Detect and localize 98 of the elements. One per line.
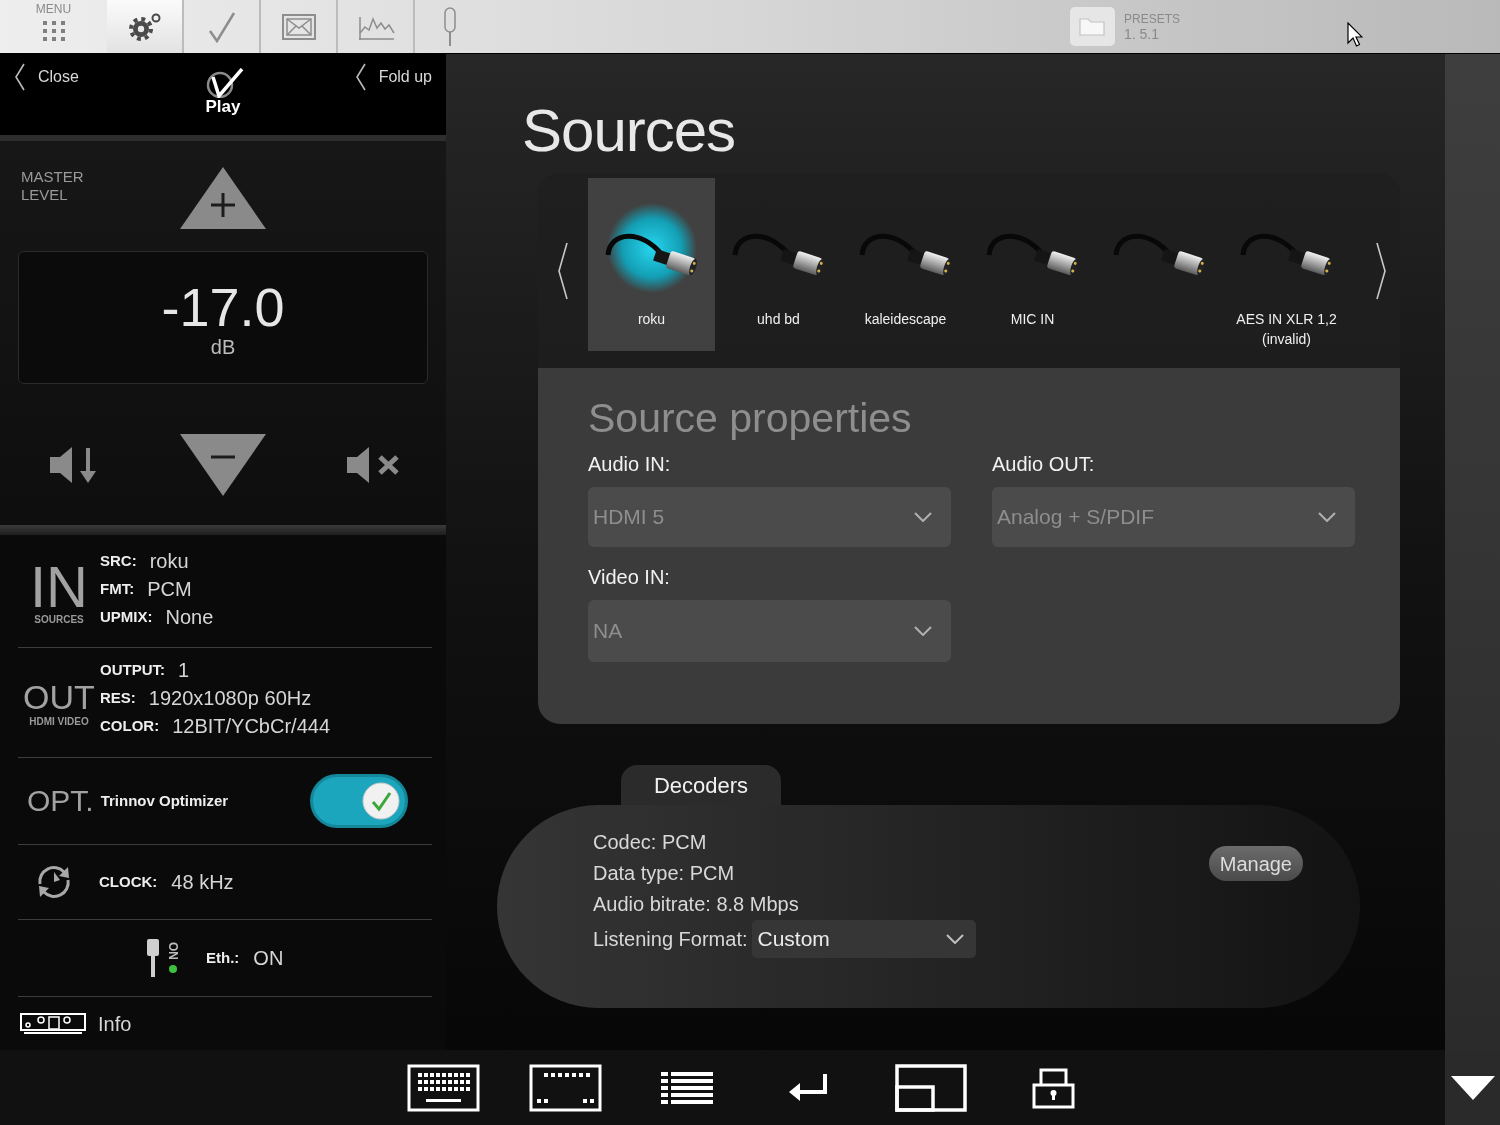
- source-label: MIC IN: [1010, 310, 1055, 329]
- info-value: roku: [149, 549, 189, 573]
- page-title: Sources: [522, 100, 737, 162]
- info-label: SRC:: [100, 552, 137, 570]
- chevron-right-icon: [1375, 241, 1387, 300]
- toolbar-button[interactable]: [789, 1071, 829, 1104]
- section-title: IN: [30, 562, 88, 612]
- source-note: (invalid): [1262, 330, 1311, 349]
- source-item[interactable]: MIC IN: [969, 178, 1096, 351]
- triangle-plus-icon: [180, 167, 266, 229]
- section-title: OUT: [23, 679, 95, 714]
- decoders-tab[interactable]: Decoders: [621, 765, 781, 805]
- ethernet-status-label: ON: [167, 942, 179, 960]
- level-unit: dB: [210, 335, 236, 358]
- section-title: OPT.: [27, 785, 94, 817]
- info-label: Eth.:: [206, 947, 240, 968]
- decoder-info-text: Codec: PCM: [593, 830, 708, 855]
- collapse-button[interactable]: [1445, 1050, 1500, 1125]
- fold-up-button[interactable]: Fold up: [354, 63, 432, 91]
- chevron-down-icon: [945, 934, 964, 944]
- listening-format-dropdown[interactable]: Custom: [751, 920, 976, 958]
- device-icon: [20, 1012, 86, 1035]
- field-label: Audio IN:: [588, 452, 672, 476]
- section-subtitle: SOURCES: [34, 614, 84, 626]
- presets-label: PRESETS: [1124, 11, 1180, 26]
- info-label: OUTPUT:: [100, 661, 165, 679]
- info-button[interactable]: Info: [20, 1008, 132, 1039]
- info-value: 1: [178, 658, 190, 682]
- previous-button[interactable]: [557, 241, 569, 300]
- field-label: Listening Format:: [593, 927, 748, 952]
- optimizer-label: Trinnov Optimizer: [100, 790, 229, 811]
- keypad-icon: [528, 1063, 602, 1112]
- info-value: 12BIT/YCbCr/444: [172, 714, 331, 738]
- field-label: Audio OUT:: [992, 452, 1096, 476]
- ethernet-plug-icon: [145, 939, 161, 977]
- panel-title: Source properties: [588, 398, 913, 439]
- source-label: roku: [637, 310, 666, 329]
- source-item[interactable]: kaleidescape: [842, 178, 969, 351]
- presets-value: 1. 5.1: [1124, 25, 1159, 42]
- source-label: kaleidescape: [864, 310, 947, 329]
- chevron-down-icon: [914, 512, 932, 522]
- mute-button[interactable]: [347, 446, 400, 484]
- chevron-left-icon: [14, 63, 26, 91]
- triangle-minus-icon: [180, 434, 266, 496]
- probe-icon: [443, 6, 457, 47]
- info-value: 1920x1080p 60Hz: [148, 686, 312, 710]
- field-label: Video IN:: [588, 565, 671, 589]
- section-subtitle: HDMI VIDEO: [29, 715, 89, 728]
- chevron-down-icon: [1318, 512, 1336, 522]
- source-item[interactable]: uhd bd: [715, 178, 842, 351]
- toolbar-button[interactable]: [406, 1063, 480, 1112]
- check-icon: [207, 10, 236, 43]
- toolbar-button[interactable]: [661, 1071, 713, 1104]
- info-label: CLOCK:: [99, 871, 158, 892]
- toolbar-button[interactable]: [895, 1063, 967, 1112]
- manage-button[interactable]: Manage: [1208, 846, 1303, 881]
- info-value: PCM: [147, 577, 192, 601]
- info-label: FMT:: [100, 580, 135, 598]
- source-label: uhd bd: [757, 310, 800, 329]
- info-label: RES:: [100, 689, 136, 707]
- window-layout-icon: [895, 1063, 967, 1112]
- info-label: UPMIX:: [100, 608, 153, 626]
- logo-text: Play: [205, 98, 241, 116]
- settings-icon: [126, 11, 163, 42]
- optimizer-toggle[interactable]: [310, 774, 408, 828]
- grid-icon: [42, 21, 65, 41]
- chevron-down-icon: [914, 626, 932, 636]
- master-level-label: MASTER LEVEL: [21, 168, 85, 204]
- next-button[interactable]: [1375, 241, 1387, 300]
- chevron-left-icon: [354, 63, 367, 91]
- toolbar-button[interactable]: [1031, 1066, 1075, 1109]
- volume-down-button[interactable]: [180, 434, 266, 496]
- decoder-info-text: Audio bitrate: 8.8 Mbps: [593, 892, 800, 917]
- sync-icon: [35, 865, 73, 899]
- check-knob-icon: [362, 782, 400, 820]
- level-value: -17.0: [161, 277, 285, 336]
- envelope-icon: [281, 13, 316, 40]
- toolbar-tab[interactable]: [107, 0, 184, 53]
- mute-icon: [347, 446, 400, 484]
- triangle-down-icon: [1450, 1075, 1495, 1100]
- list-icon: [661, 1071, 713, 1104]
- folder-icon: [1070, 7, 1115, 46]
- info-value: 48 kHz: [171, 870, 234, 895]
- info-value: ON: [253, 946, 284, 971]
- toolbar-button[interactable]: [528, 1063, 602, 1112]
- chevron-left-icon: [557, 241, 569, 300]
- info-value: None: [165, 605, 214, 629]
- cursor-icon: [1347, 22, 1363, 47]
- close-button[interactable]: Close: [14, 63, 79, 91]
- source-item[interactable]: roku: [588, 178, 715, 351]
- enter-icon: [789, 1071, 829, 1104]
- decoder-info-text: Data type: PCM: [593, 861, 736, 886]
- keyboard-icon: [406, 1063, 480, 1112]
- volume-up-button[interactable]: [180, 167, 266, 229]
- lock-icon: [1031, 1066, 1075, 1109]
- info-label: COLOR:: [100, 717, 160, 735]
- source-item[interactable]: AES IN XLR 1,2 (invalid): [1223, 178, 1350, 351]
- source-label: AES IN XLR 1,2: [1236, 310, 1337, 329]
